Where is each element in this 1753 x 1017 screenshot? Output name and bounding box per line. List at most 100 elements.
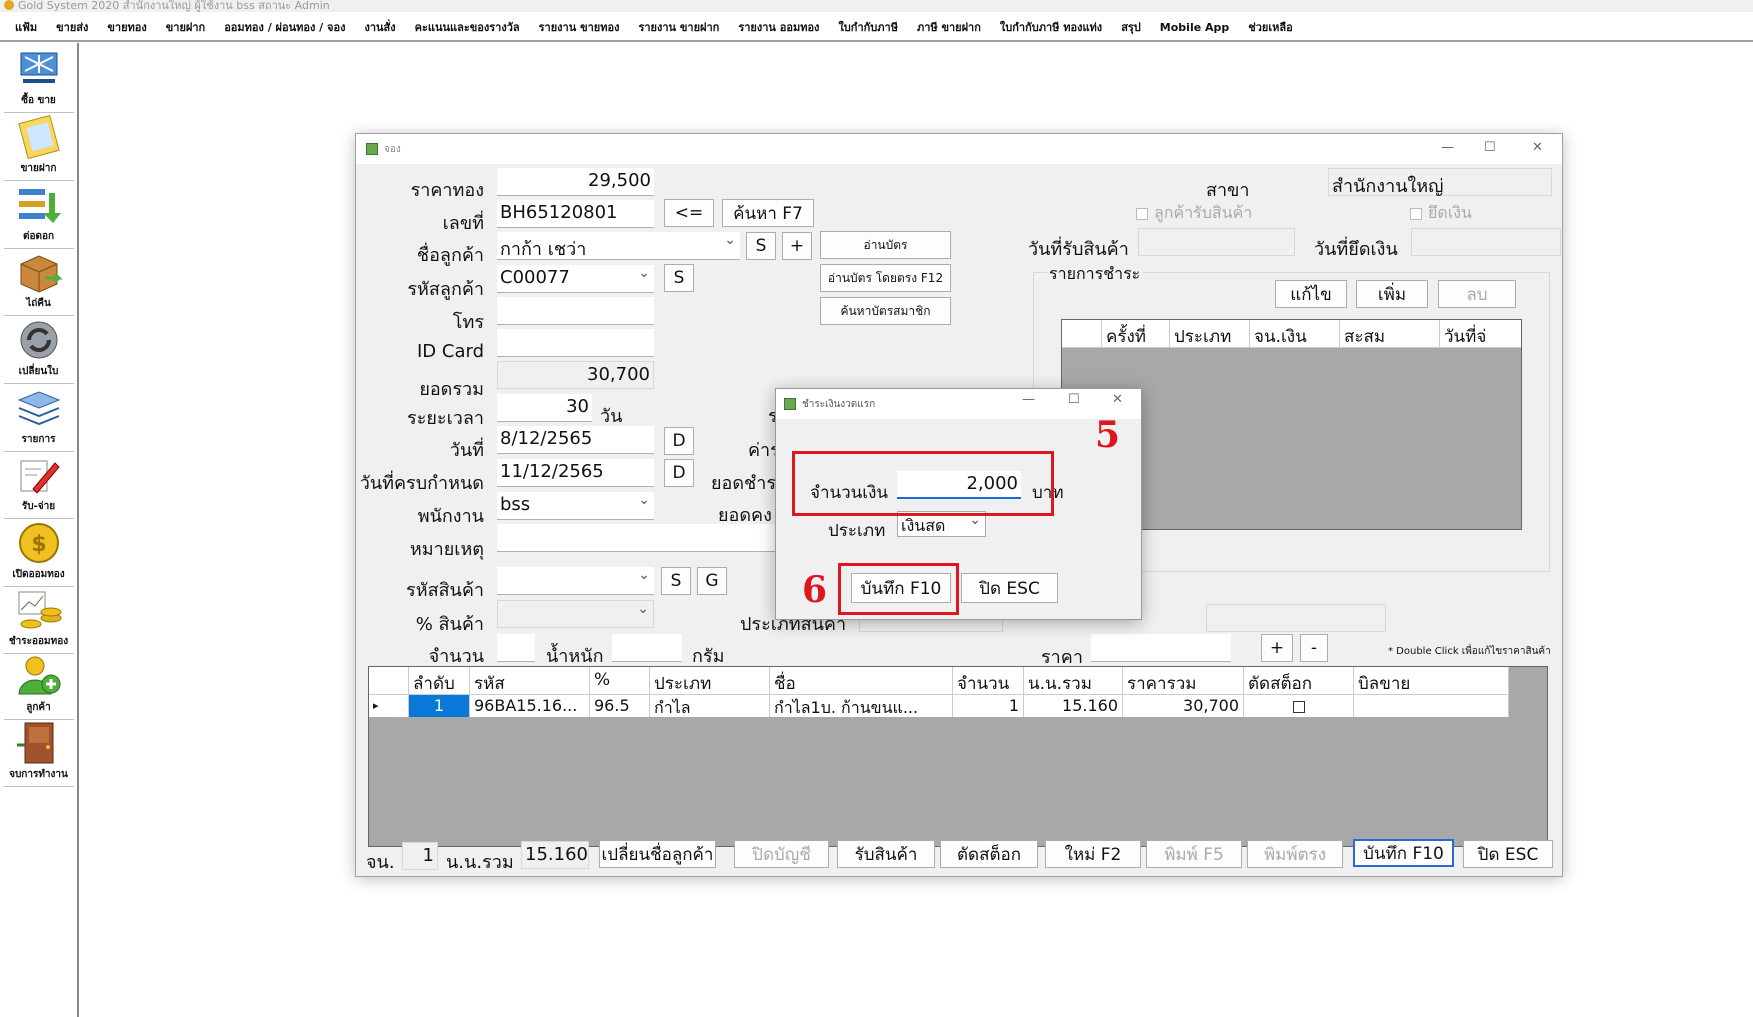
- due-date-field[interactable]: 11/12/2565: [497, 459, 654, 487]
- cell-pct[interactable]: 96.5: [590, 695, 650, 717]
- cust-received-checkbox[interactable]: ลูกค้ารับสินค้า: [1136, 201, 1252, 226]
- sidebar-item-label: เปิดออมทอง: [12, 569, 65, 580]
- menu-tax-invoice[interactable]: ใบกำกับภาษี: [838, 18, 898, 36]
- payment-delete-button[interactable]: ลบ: [1438, 280, 1516, 308]
- sidebar-item-list[interactable]: รายการ: [0, 386, 77, 452]
- cell-weight[interactable]: 15.160: [1024, 695, 1123, 717]
- checkbox-icon[interactable]: [1292, 700, 1305, 713]
- cust-add-button[interactable]: +: [782, 232, 812, 260]
- cell-cut-stock[interactable]: [1244, 695, 1354, 717]
- minimize-icon[interactable]: —: [1441, 140, 1454, 155]
- app-titlebar: Gold System 2020 สำนักงานใหญ่ ผู้ใช้งาน …: [0, 0, 1753, 12]
- cust-name-combo[interactable]: กาก้า เชว่า: [497, 232, 740, 260]
- sidebar-item-exit[interactable]: จบการทำงาน: [0, 721, 77, 787]
- id-card-field[interactable]: [497, 329, 654, 357]
- product-g-button[interactable]: G: [697, 567, 727, 595]
- row-indicator-icon: ▸: [369, 695, 409, 717]
- phone-field[interactable]: [497, 297, 654, 325]
- menu-mobile-app[interactable]: Mobile App: [1160, 21, 1229, 34]
- close-icon[interactable]: ✕: [1532, 140, 1543, 155]
- cell-seq[interactable]: 1: [409, 695, 470, 717]
- payment-edit-button[interactable]: แก้ไข: [1275, 280, 1347, 308]
- menu-wholesale[interactable]: ขายส่ง: [56, 18, 88, 36]
- qty-field[interactable]: [497, 634, 535, 662]
- receive-product-button[interactable]: รับสินค้า: [837, 840, 935, 868]
- staff-combo[interactable]: bss: [497, 492, 654, 520]
- cell-sale-bill[interactable]: [1354, 695, 1509, 717]
- label-cust-code: รหัสลูกค้า: [407, 279, 484, 300]
- save-button[interactable]: บันทึก F10: [1353, 839, 1454, 867]
- sidebar-item-change-ticket[interactable]: เปลี่ยนใบ: [0, 318, 77, 384]
- sidebar-item-buy-sell[interactable]: ซื้อ ขาย: [0, 47, 77, 113]
- col-header: ลำดับ: [409, 667, 470, 694]
- date-d-button[interactable]: D: [664, 427, 694, 455]
- sidebar-item-label: ชำระออมทอง: [8, 636, 69, 647]
- sidebar-item-redeem[interactable]: ไถ่คืน: [0, 250, 77, 316]
- menu-orders[interactable]: งานสั่ง: [364, 18, 395, 36]
- cell-total-price[interactable]: 30,700: [1123, 695, 1244, 717]
- dialog-close-button[interactable]: ปิด ESC: [961, 573, 1058, 603]
- item-remove-button[interactable]: -: [1300, 634, 1328, 662]
- menu-sell-gold[interactable]: ขายทอง: [107, 18, 146, 36]
- menu-report-savings[interactable]: รายงาน ออมทอง: [738, 18, 819, 36]
- minimize-icon[interactable]: —: [1022, 392, 1035, 407]
- menu-report-pawn[interactable]: รายงาน ขายฝาก: [638, 18, 719, 36]
- cell-type[interactable]: กำไล: [650, 695, 770, 717]
- close-icon[interactable]: ✕: [1112, 392, 1123, 407]
- seize-money-checkbox[interactable]: ยึดเงิน: [1410, 201, 1472, 226]
- cell-qty[interactable]: 1: [953, 695, 1024, 717]
- menu-summary[interactable]: สรุป: [1121, 18, 1141, 36]
- sidebar-item-label: ไถ่คืน: [26, 298, 51, 309]
- double-click-hint: * Double Click เพื่อแก้ไขราคาสินค้า: [1388, 646, 1551, 657]
- sidebar-item-customer[interactable]: ลูกค้า: [0, 654, 77, 720]
- menu-tax-pawn[interactable]: ภาษี ขายฝาก: [917, 18, 981, 36]
- cut-stock-button[interactable]: ตัดสต็อก: [940, 840, 1038, 868]
- gold-price-field[interactable]: 29,500: [497, 168, 654, 196]
- cust-code-s-button[interactable]: S: [664, 264, 694, 292]
- maximize-icon[interactable]: ☐: [1068, 392, 1080, 407]
- note-field[interactable]: [497, 524, 787, 552]
- payment-add-button[interactable]: เพิ่ม: [1356, 280, 1428, 308]
- close-account-button[interactable]: ปิดบัญชี: [734, 840, 829, 868]
- sidebar-item-receive-pay[interactable]: รับ-จ่าย: [0, 453, 77, 519]
- sidebar-item-pawn[interactable]: ขายฝาก: [0, 115, 77, 181]
- item-add-button[interactable]: +: [1261, 634, 1293, 662]
- menu-pawn[interactable]: ขายฝาก: [166, 18, 205, 36]
- due-date-d-button[interactable]: D: [664, 459, 694, 487]
- cust-name-s-button[interactable]: S: [746, 232, 776, 260]
- menu-points[interactable]: คะแนนและของรางวัล: [415, 18, 520, 36]
- menu-report-sell[interactable]: รายงาน ขายทอง: [539, 18, 620, 36]
- date-field[interactable]: 8/12/2565: [497, 426, 654, 454]
- sidebar-item-renew[interactable]: ต่อดอก: [0, 183, 77, 249]
- search-button[interactable]: ค้นหา F7: [722, 199, 814, 227]
- print-direct-button[interactable]: พิมพ์ตรง: [1247, 840, 1343, 868]
- cell-code[interactable]: 96BA15.16...: [470, 695, 590, 717]
- read-card-direct-button[interactable]: อ่านบัตร โดยตรง F12: [820, 264, 951, 292]
- sidebar-item-pay-savings[interactable]: ชำระออมทอง: [0, 588, 77, 654]
- period-field[interactable]: 30: [497, 394, 592, 422]
- sidebar-item-open-savings[interactable]: $ เปิดออมทอง: [0, 521, 77, 587]
- cust-code-combo[interactable]: C00077: [497, 265, 654, 293]
- maximize-icon[interactable]: ☐: [1484, 140, 1496, 155]
- cell-name[interactable]: กำไล1บ. ก้านขนแ...: [770, 695, 953, 717]
- product-code-combo[interactable]: [497, 567, 654, 595]
- menu-file[interactable]: แฟ้ม: [15, 18, 37, 36]
- menu-help[interactable]: ช่วยเหลือ: [1248, 18, 1292, 36]
- close-button[interactable]: ปิด ESC: [1463, 840, 1553, 868]
- read-card-button[interactable]: อ่านบัตร: [820, 231, 951, 259]
- col-header: สะสม: [1340, 320, 1440, 347]
- doc-no-field[interactable]: BH65120801: [497, 200, 654, 228]
- prev-doc-button[interactable]: <=: [664, 199, 714, 227]
- items-grid[interactable]: ลำดับ รหัส % ประเภท ชื่อ จำนวน น.น.รวม ร…: [368, 666, 1548, 847]
- weight-field[interactable]: [612, 634, 682, 662]
- find-member-button[interactable]: ค้นหาบัตรสมาชิก: [820, 297, 951, 325]
- layers-icon: [17, 391, 60, 426]
- table-row[interactable]: ▸ 1 96BA15.16... 96.5 กำไล กำไล1บ. ก้านข…: [369, 695, 1509, 717]
- menu-tax-bullion[interactable]: ใบกำกับภาษี ทองแท่ง: [1000, 18, 1102, 36]
- product-s-button[interactable]: S: [661, 567, 691, 595]
- menu-savings[interactable]: ออมทอง / ผ่อนทอง / จอง: [224, 18, 345, 36]
- new-button[interactable]: ใหม่ F2: [1045, 840, 1141, 868]
- price-field[interactable]: [1091, 634, 1231, 662]
- print-button[interactable]: พิมพ์ F5: [1146, 840, 1242, 868]
- change-customer-button[interactable]: เปลี่ยนชื่อลูกค้า: [599, 840, 716, 868]
